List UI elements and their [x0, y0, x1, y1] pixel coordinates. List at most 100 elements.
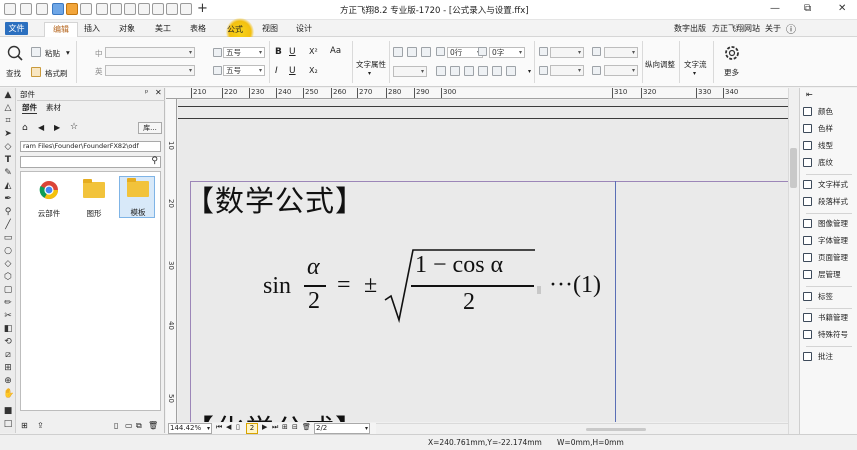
scroll-thumb[interactable]: [586, 428, 646, 431]
polygon-tool-icon[interactable]: ⬡: [3, 272, 13, 282]
align-right-icon[interactable]: [421, 47, 431, 57]
search-input[interactable]: ⚲: [20, 156, 161, 168]
direct-select-tool-icon[interactable]: △: [3, 103, 13, 113]
shear-tool-icon[interactable]: ⧄: [3, 350, 13, 360]
align-center-icon[interactable]: [407, 47, 417, 57]
maximize-button[interactable]: ⧉: [804, 3, 811, 14]
panel-item-comments[interactable]: 批注: [802, 351, 857, 363]
copy-item-icon[interactable]: ⧉: [136, 421, 142, 431]
close-button[interactable]: ✕: [838, 3, 846, 14]
menu-design[interactable]: 设计: [296, 23, 312, 34]
hand-tool-icon[interactable]: ✋: [3, 389, 14, 399]
rectangle-tool-icon[interactable]: ▭: [3, 233, 13, 243]
pencil-tool-icon[interactable]: ✏: [3, 298, 13, 308]
panel-item-swatches[interactable]: 色样: [802, 123, 857, 135]
paste-dropdown-icon[interactable]: ▾: [66, 48, 70, 57]
menu-table[interactable]: 表格: [190, 23, 206, 34]
pen-tool-icon[interactable]: ➤: [3, 129, 13, 139]
format-paint-tool-icon[interactable]: ✎: [3, 168, 13, 178]
list-item-graphics[interactable]: 图形: [76, 178, 112, 220]
redo-icon[interactable]: [110, 3, 122, 15]
panel-item-font-manager[interactable]: 字体管理: [802, 235, 857, 247]
vertical-scrollbar[interactable]: [788, 88, 798, 434]
para-after-icon[interactable]: [464, 66, 474, 76]
menu-edit[interactable]: 编辑: [44, 22, 78, 37]
first-indent-input[interactable]: ▾: [550, 65, 584, 76]
star-icon[interactable]: ☆: [70, 122, 78, 132]
horizontal-scrollbar[interactable]: [376, 423, 788, 434]
menu-art[interactable]: 美工: [155, 23, 171, 34]
path-input[interactable]: ram Files\Founder\FounderFX82\odf: [20, 141, 161, 152]
panel-item-paragraph-style[interactable]: 段落样式: [802, 196, 857, 208]
vertical-ruler[interactable]: 10 20 30 40 50: [166, 99, 177, 423]
save-icon[interactable]: [52, 3, 64, 15]
forward-icon[interactable]: ▶: [54, 123, 60, 132]
select-tool-icon[interactable]: ▲: [3, 90, 13, 100]
panel-item-book-manager[interactable]: 书籍管理: [802, 312, 857, 324]
preview-icon[interactable]: [80, 3, 92, 15]
dropdown-arrow-icon[interactable]: ▾: [368, 70, 371, 77]
font-size-select[interactable]: 五号 ▾: [223, 47, 265, 58]
page-icon[interactable]: ▯: [236, 423, 240, 431]
grid-view-icon[interactable]: ⊞: [21, 421, 28, 430]
zoom-tool-icon[interactable]: ⊕: [3, 376, 13, 386]
diamond-tool-icon[interactable]: ◇: [3, 259, 13, 269]
current-page[interactable]: 2: [246, 423, 258, 434]
panel-item-tags[interactable]: 标签: [802, 291, 857, 303]
menu-insert[interactable]: 插入: [84, 23, 100, 34]
link-about[interactable]: 关于: [765, 23, 781, 34]
node-tool-icon[interactable]: ◇: [3, 142, 13, 152]
indent-right-input[interactable]: ▾: [604, 47, 638, 58]
help-icon[interactable]: ⓘ: [786, 21, 796, 36]
menu-view[interactable]: 视图: [262, 23, 278, 34]
horizontal-ruler[interactable]: 210 220 230 240 250 260 270 280 290 300 …: [166, 88, 788, 99]
subscript-button[interactable]: X₂: [309, 66, 318, 75]
char-scale-button[interactable]: Aa: [330, 46, 341, 56]
more-button[interactable]: 更多: [724, 67, 739, 78]
char-spacing-input[interactable]: 0字 ▾: [489, 47, 525, 58]
para-before-icon[interactable]: [450, 66, 460, 76]
font-english-select[interactable]: ▾: [105, 65, 195, 76]
stroke-color-icon[interactable]: □: [3, 419, 13, 429]
new-file-icon[interactable]: [20, 3, 32, 15]
print-icon[interactable]: [66, 3, 78, 15]
menu-file[interactable]: 文件: [5, 22, 28, 35]
new-folder-icon[interactable]: ▭: [125, 421, 133, 430]
first-page-icon[interactable]: ⏮: [216, 423, 222, 432]
panel-item-shading[interactable]: 底纹: [802, 157, 857, 169]
format-brush-button[interactable]: 格式刷: [45, 68, 68, 79]
numbering-icon[interactable]: [492, 66, 502, 76]
scroll-thumb[interactable]: [790, 148, 797, 188]
crop-tool-icon[interactable]: ⌗: [3, 116, 13, 126]
collapse-panel-icon[interactable]: ⇤: [806, 90, 813, 99]
panel-item-line-type[interactable]: 线型: [802, 140, 857, 152]
search-icon[interactable]: ⚲: [151, 156, 158, 166]
para-spacing-icon[interactable]: [436, 66, 446, 76]
eyedropper-tool-icon[interactable]: ⚲: [3, 207, 13, 217]
library-button[interactable]: 库...: [138, 122, 162, 134]
ellipse-tool-icon[interactable]: ○: [3, 246, 13, 256]
heading-math-formula[interactable]: 【数学公式】: [185, 178, 365, 220]
paste-icon[interactable]: [152, 3, 164, 15]
menu-object[interactable]: 对象: [119, 23, 135, 34]
superscript-button[interactable]: X²: [309, 47, 318, 56]
rotate-tool-icon[interactable]: ⟲: [3, 337, 13, 347]
fill-color-icon[interactable]: ■: [3, 406, 13, 416]
indent-left-input[interactable]: ▾: [550, 47, 584, 58]
open-file-icon[interactable]: [36, 3, 48, 15]
panel-item-color[interactable]: 颜色: [802, 106, 857, 118]
dropdown-arrow-icon[interactable]: ▾: [528, 68, 531, 75]
panel-item-image-manager[interactable]: 图像管理: [802, 218, 857, 230]
table-tool-icon[interactable]: ⊞: [3, 363, 13, 373]
minimize-button[interactable]: —: [770, 3, 780, 14]
link-digital-publishing[interactable]: 数字出版: [674, 23, 706, 34]
page-select[interactable]: 2/2 ▾: [314, 423, 370, 434]
zoom-select[interactable]: 144.42% ▾: [168, 423, 212, 434]
tab-stop-icon[interactable]: [506, 66, 516, 76]
document-canvas[interactable]: 【数学公式】 sin α 2 = ± 1 − cos α 2 ···(1) 【化…: [178, 100, 788, 422]
undo-icon[interactable]: [96, 3, 108, 15]
panel-item-layer-manager[interactable]: 层管理: [802, 269, 857, 281]
list-item-cloud-parts[interactable]: 云部件: [31, 178, 67, 220]
upload-icon[interactable]: ⇪: [37, 421, 44, 430]
indent-select[interactable]: ▾: [393, 66, 427, 77]
